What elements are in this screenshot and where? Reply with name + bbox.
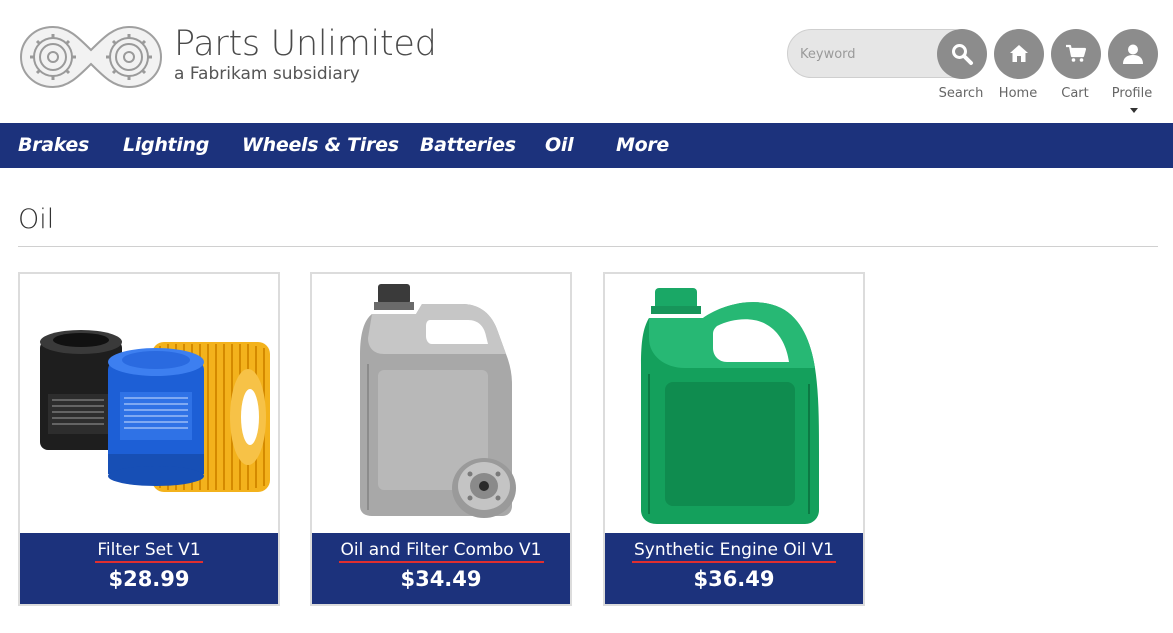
cart-icon bbox=[1066, 44, 1087, 62]
nav-item-lighting[interactable]: Lighting bbox=[123, 134, 209, 156]
search-input[interactable] bbox=[800, 44, 930, 64]
home-icon bbox=[1010, 45, 1028, 62]
product-card[interactable]: Filter Set V1 $28.99 bbox=[18, 272, 280, 606]
product-info[interactable]: Synthetic Engine Oil V1 $36.49 bbox=[605, 533, 863, 604]
product-image[interactable] bbox=[312, 274, 570, 533]
product-price: $34.49 bbox=[400, 567, 482, 591]
search-label[interactable]: Search bbox=[931, 86, 991, 101]
product-price: $36.49 bbox=[693, 567, 775, 591]
home-button[interactable] bbox=[994, 29, 1044, 79]
profile-label[interactable]: Profile bbox=[1102, 86, 1162, 101]
divider bbox=[18, 246, 1158, 247]
gear-infinity-logo[interactable] bbox=[18, 22, 164, 92]
search-button[interactable] bbox=[937, 29, 987, 79]
home-label[interactable]: Home bbox=[988, 86, 1048, 101]
category-nav: Brakes Lighting Wheels & Tires Batteries… bbox=[0, 123, 1173, 168]
product-name[interactable]: Filter Set V1 bbox=[95, 540, 203, 563]
profile-button[interactable] bbox=[1108, 29, 1158, 79]
product-image[interactable] bbox=[20, 274, 278, 533]
product-price: $28.99 bbox=[108, 567, 190, 591]
search-icon bbox=[952, 44, 973, 65]
green-oil-jug-image bbox=[641, 288, 819, 524]
product-card[interactable]: Oil and Filter Combo V1 $34.49 bbox=[310, 272, 572, 606]
nav-item-oil[interactable]: Oil bbox=[545, 134, 574, 156]
product-name[interactable]: Synthetic Engine Oil V1 bbox=[631, 540, 836, 563]
product-card[interactable]: Synthetic Engine Oil V1 $36.49 bbox=[603, 272, 865, 606]
oil-filters-image bbox=[40, 330, 270, 492]
grey-oil-jug-with-filter-image bbox=[360, 284, 516, 518]
product-info[interactable]: Filter Set V1 $28.99 bbox=[20, 533, 278, 604]
cart-label[interactable]: Cart bbox=[1045, 86, 1105, 101]
nav-item-brakes[interactable]: Brakes bbox=[18, 134, 89, 156]
brand-subtitle: a Fabrikam subsidiary bbox=[174, 64, 360, 84]
user-icon bbox=[1123, 44, 1143, 64]
nav-item-more[interactable]: More bbox=[616, 134, 669, 156]
nav-item-wheels-tires[interactable]: Wheels & Tires bbox=[242, 134, 399, 156]
product-image[interactable] bbox=[605, 274, 863, 533]
page-title: Oil bbox=[18, 204, 55, 235]
brand-title[interactable]: Parts Unlimited bbox=[174, 24, 437, 64]
product-name[interactable]: Oil and Filter Combo V1 bbox=[338, 540, 544, 563]
cart-button[interactable] bbox=[1051, 29, 1101, 79]
site-header: Parts Unlimited a Fabrikam subsidiary Se… bbox=[0, 0, 1173, 123]
product-info[interactable]: Oil and Filter Combo V1 $34.49 bbox=[312, 533, 570, 604]
chevron-down-icon[interactable] bbox=[1130, 108, 1138, 113]
nav-item-batteries[interactable]: Batteries bbox=[420, 134, 516, 156]
